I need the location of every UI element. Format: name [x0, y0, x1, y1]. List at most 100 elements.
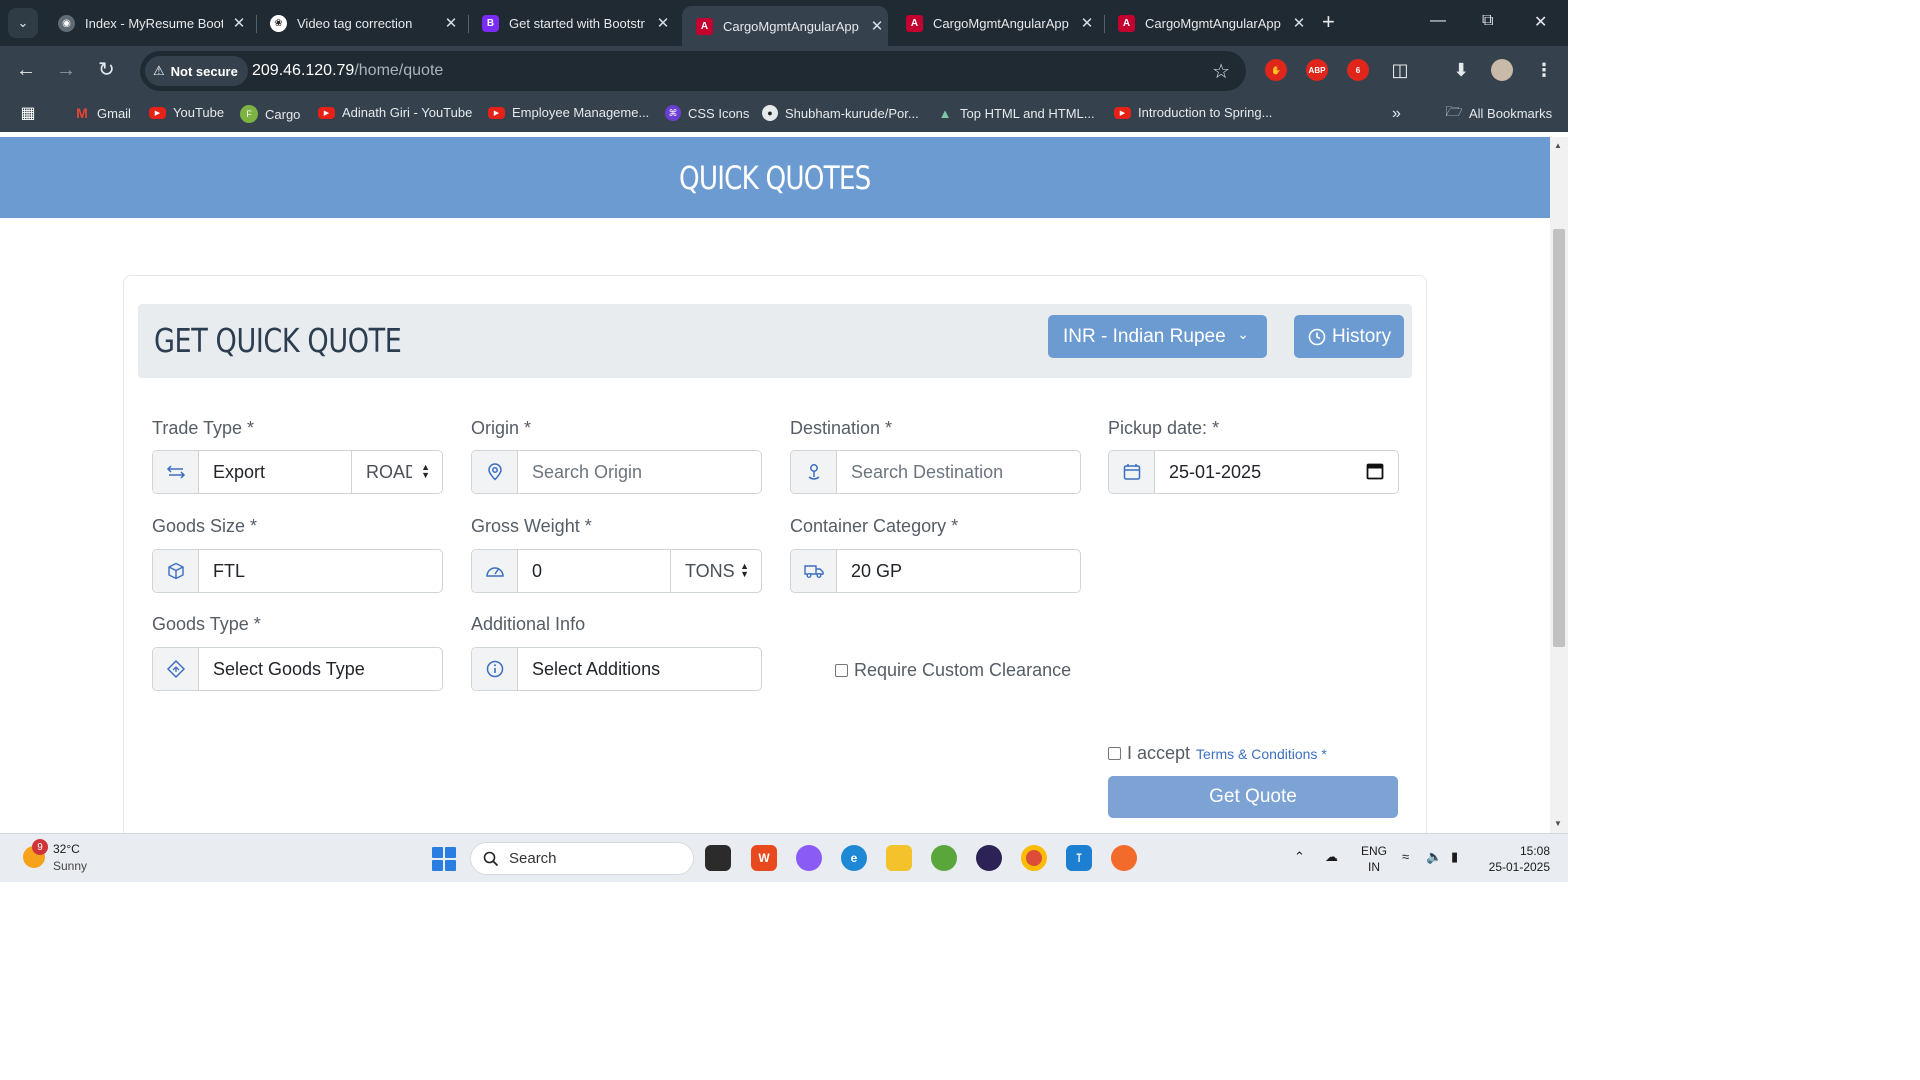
search-icon	[483, 851, 499, 866]
volume-icon[interactable]: 🔈	[1426, 849, 1442, 865]
address-bar[interactable]: ⚠ Not secure 209.46.120.79/home/quote ☆	[140, 51, 1246, 91]
trade-type-input[interactable]: Export	[199, 451, 351, 493]
history-label: History	[1332, 325, 1392, 347]
close-tab-icon[interactable]: ✕	[1289, 14, 1309, 32]
taskbar-search[interactable]: Search	[470, 842, 694, 875]
currency-dropdown[interactable]: INR - Indian Rupee ⌄	[1048, 315, 1267, 358]
system-clock[interactable]: 15:08 25-01-2025	[1484, 843, 1550, 875]
forward-icon[interactable]: →	[56, 60, 76, 80]
transport-mode-select[interactable]: ROAD ▲ ▼	[351, 451, 442, 493]
edge-icon[interactable]: e	[841, 845, 867, 871]
bookmark-label: Cargo	[265, 106, 301, 122]
scroll-up-icon[interactable]: ▲	[1554, 141, 1562, 150]
scroll-down-icon[interactable]: ▼	[1554, 819, 1562, 828]
bookmark-label: Adinath Giri - YouTube	[342, 105, 473, 120]
apps-grid-icon[interactable]: ▦	[20, 105, 36, 122]
custom-clearance-checkbox[interactable]	[835, 664, 848, 677]
hand-extension-icon[interactable]: ✋	[1265, 59, 1287, 81]
bookmark-github[interactable]: ● Shubham-kurude/Por...	[762, 105, 919, 121]
tab-6[interactable]: A CargoMgmtAngularApp ✕	[1104, 6, 1312, 40]
chevron-up-icon[interactable]: ⌃	[1294, 849, 1305, 865]
language-bottom: IN	[1368, 860, 1380, 874]
wps-office-icon[interactable]: W	[751, 845, 777, 871]
weight-unit-value: TONS	[685, 560, 735, 581]
all-bookmarks[interactable]: 🗁 All Bookmarks	[1445, 103, 1552, 121]
weight-unit-select[interactable]: TONS ▲ ▼	[670, 550, 761, 592]
back-icon[interactable]: ←	[16, 60, 36, 80]
history-button[interactable]: History	[1294, 315, 1404, 358]
additional-info-select[interactable]: Select Additions	[518, 648, 761, 690]
url-text[interactable]: 209.46.120.79/home/quote	[252, 62, 443, 80]
cloud-sync-icon[interactable]: ☁	[1325, 849, 1338, 865]
tab-2[interactable]: ❀ Video tag correction ✕	[256, 6, 464, 40]
bookmark-employee[interactable]: ▶ Employee Manageme...	[488, 105, 649, 120]
destination-search-input[interactable]: Search Destination	[837, 451, 1080, 493]
tab-5[interactable]: A CargoMgmtAngularApp ✕	[892, 6, 1100, 40]
spring-tool-icon[interactable]	[931, 845, 957, 871]
select-arrows-icon: ▲ ▼	[740, 561, 749, 579]
extension-badge-icon[interactable]: 6	[1347, 59, 1369, 81]
close-tab-icon[interactable]: ✕	[867, 17, 887, 35]
custom-clearance-checkbox-row[interactable]: Require Custom Clearance	[835, 660, 1071, 681]
vscode-icon[interactable]: ⊺	[1066, 845, 1092, 871]
chrome-icon[interactable]	[1021, 845, 1047, 871]
task-view-icon[interactable]	[705, 845, 731, 871]
adblock-icon[interactable]: ABP	[1306, 59, 1328, 81]
copilot-icon[interactable]	[796, 845, 822, 871]
container-category-input[interactable]: 20 GP	[837, 550, 1080, 592]
bookmark-cargo[interactable]: F Cargo	[240, 105, 300, 123]
minimize-icon[interactable]: —	[1430, 12, 1446, 30]
profile-avatar[interactable]	[1491, 59, 1513, 81]
weather-badge: 9	[32, 839, 48, 855]
more-bookmarks-icon[interactable]: »	[1392, 105, 1401, 123]
bookmark-spring[interactable]: ▶ Introduction to Spring...	[1114, 105, 1272, 120]
bookmark-gmail[interactable]: M Gmail	[74, 105, 131, 121]
file-explorer-icon[interactable]	[886, 845, 912, 871]
battery-icon[interactable]: ▮	[1451, 849, 1458, 865]
tab-1[interactable]: ◉ Index - MyResume Boot ✕	[44, 6, 252, 40]
goods-size-input[interactable]: FTL	[199, 550, 442, 592]
new-tab-button[interactable]: +	[1322, 11, 1335, 33]
bookmark-adinath[interactable]: ▶ Adinath Giri - YouTube	[318, 105, 472, 120]
windows-start-icon[interactable]	[432, 847, 456, 871]
accept-terms-checkbox[interactable]	[1108, 747, 1121, 760]
tab-search-button[interactable]: ⌄	[8, 8, 38, 38]
eclipse-icon[interactable]	[976, 845, 1002, 871]
bookmark-label: Top HTML and HTML...	[960, 105, 1095, 121]
angular-icon: A	[1118, 14, 1135, 32]
tab-4-active[interactable]: A CargoMgmtAngularApp ✕	[682, 6, 888, 46]
bookmark-css-icons[interactable]: ⌘ CSS Icons	[665, 105, 749, 121]
wifi-icon[interactable]: ≈	[1402, 849, 1409, 864]
bookmark-star-icon[interactable]: ☆	[1212, 59, 1230, 84]
restore-icon[interactable]: ⧉	[1482, 12, 1493, 30]
close-tab-icon[interactable]: ✕	[229, 14, 249, 32]
gross-weight-input[interactable]: 0	[518, 550, 670, 592]
tab-title: Video tag correction	[297, 15, 413, 31]
scroll-thumb[interactable]	[1553, 229, 1565, 647]
goods-type-select[interactable]: Select Goods Type	[199, 648, 442, 690]
pickup-date-input[interactable]: 25-01-2025	[1155, 451, 1398, 493]
truck-icon	[791, 550, 837, 592]
close-tab-icon[interactable]: ✕	[1077, 14, 1097, 32]
get-quote-button[interactable]: Get Quote	[1108, 776, 1398, 818]
kebab-menu-icon[interactable]: ⋮	[1533, 59, 1555, 81]
page-scrollbar[interactable]: ▲ ▼	[1550, 137, 1568, 833]
reload-icon[interactable]: ↻	[98, 60, 115, 80]
security-chip[interactable]: ⚠ Not secure	[145, 56, 248, 86]
bookmark-html[interactable]: ▲ Top HTML and HTML...	[937, 105, 1095, 121]
postman-icon[interactable]	[1111, 845, 1137, 871]
close-tab-icon[interactable]: ✕	[441, 14, 461, 32]
extensions-puzzle-icon[interactable]: ◫	[1389, 59, 1411, 81]
close-tab-icon[interactable]: ✕	[653, 14, 673, 32]
origin-label: Origin *	[471, 418, 532, 438]
bookmark-youtube[interactable]: ▶ YouTube	[149, 105, 224, 120]
language-indicator[interactable]: ENG IN	[1361, 843, 1387, 875]
origin-search-input[interactable]: Search Origin	[518, 451, 761, 493]
date-picker-icon[interactable]	[1366, 462, 1384, 485]
download-icon[interactable]: ⬇	[1450, 59, 1472, 81]
speedometer-icon	[472, 550, 518, 592]
close-window-icon[interactable]: ✕	[1534, 12, 1547, 32]
terms-link[interactable]: Terms & Conditions *	[1196, 746, 1327, 762]
tab-3[interactable]: B Get started with Bootstr ✕	[468, 6, 676, 40]
tab-title: Get started with Bootstr	[509, 15, 645, 31]
